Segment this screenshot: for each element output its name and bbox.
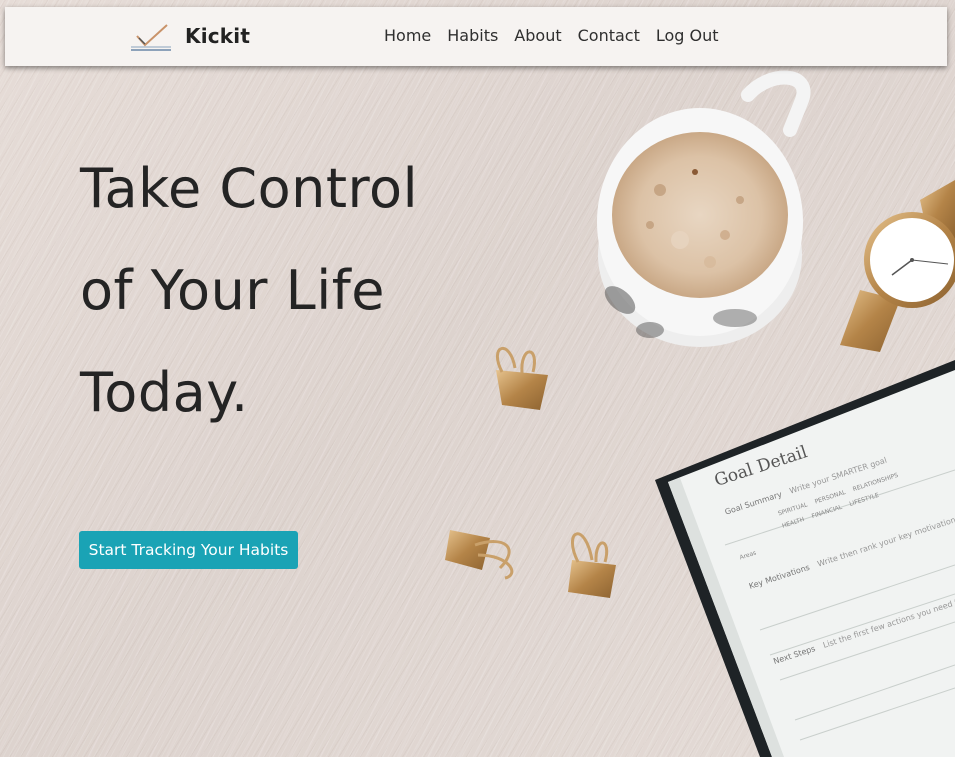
start-tracking-button[interactable]: Start Tracking Your Habits (79, 531, 298, 569)
binder-clip-image (445, 530, 514, 580)
binder-clip-image (495, 347, 548, 410)
binder-clip-image (568, 532, 616, 598)
notebook-checkbox-label: FINANCIAL (810, 503, 844, 521)
hero-title-line: Today. (80, 361, 249, 424)
notebook-checkbox-label: LIFESTYLE (848, 491, 880, 508)
top-navbar: Kickit Home Habits About Contact Log Out (5, 7, 947, 66)
nav-links: Home Habits About Contact Log Out (384, 26, 735, 45)
nav-contact-link[interactable]: Contact (578, 26, 640, 45)
notebook-row-label: Areas (738, 549, 758, 562)
nav-logout-link[interactable]: Log Out (656, 26, 719, 45)
hero-title-line: Take Control (80, 157, 419, 220)
hero-title-line: of Your Life (80, 259, 385, 322)
brand-name: Kickit (185, 24, 251, 48)
nav-home-link[interactable]: Home (384, 26, 431, 45)
nav-about-link[interactable]: About (514, 26, 561, 45)
coffee-cup-image (597, 70, 811, 347)
checkmark-logo-icon (131, 24, 171, 51)
brand-link[interactable]: Kickit (129, 20, 250, 52)
notebook-checkbox-label: HEALTH (781, 515, 806, 530)
wristwatch-image (840, 180, 955, 352)
hero-title: Take Control of Your Life Today. (80, 138, 500, 444)
nav-habits-link[interactable]: Habits (447, 26, 498, 45)
notebook-section-label: Key Motivations (747, 562, 811, 591)
